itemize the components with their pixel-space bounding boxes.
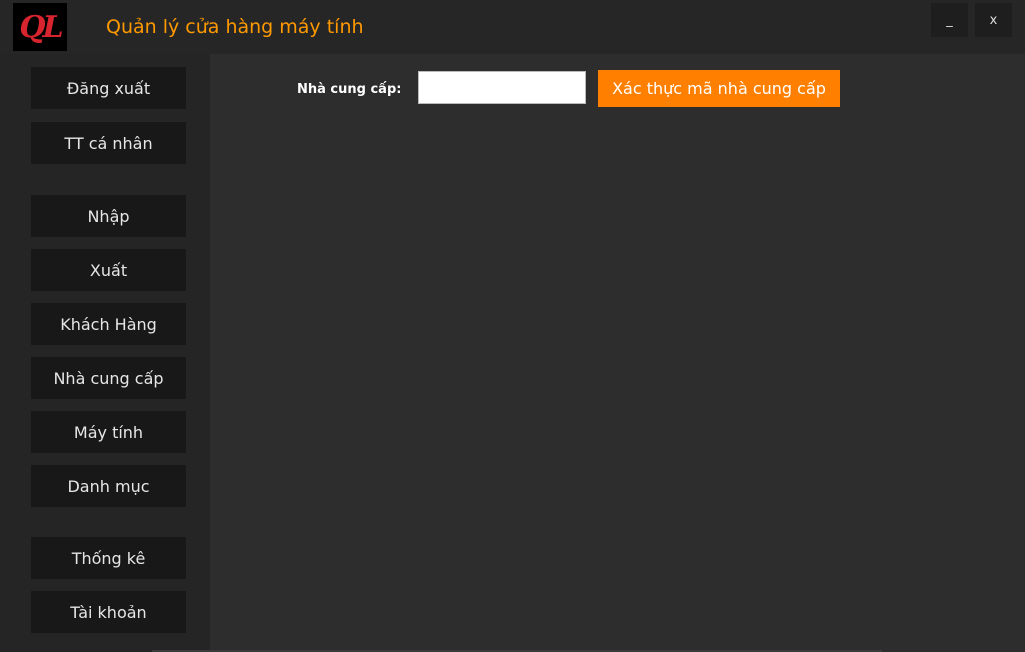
sidebar-item-computers[interactable]: Máy tính [31, 411, 186, 453]
sidebar-item-logout[interactable]: Đăng xuất [31, 67, 186, 109]
sidebar-item-import[interactable]: Nhập [31, 195, 186, 237]
sidebar-item-customers[interactable]: Khách Hàng [31, 303, 186, 345]
verify-supplier-button[interactable]: Xác thực mã nhà cung cấp [598, 70, 840, 107]
sidebar-item-accounts[interactable]: Tài khoản [31, 591, 186, 633]
app-logo: QL [13, 3, 67, 51]
sidebar-item-personal-info[interactable]: TT cá nhân [31, 122, 186, 164]
main-panel: Nhà cung cấp: Xác thực mã nhà cung cấp [210, 54, 1025, 652]
logo-text: QL [19, 9, 63, 45]
supplier-input[interactable] [418, 71, 586, 104]
supplier-label: Nhà cung cấp: [297, 82, 402, 97]
sidebar-item-categories[interactable]: Danh mục [31, 465, 186, 507]
title-bar: QL Quản lý cửa hàng máy tính _ x [0, 0, 1025, 54]
sidebar-item-suppliers[interactable]: Nhà cung cấp [31, 357, 186, 399]
minimize-button[interactable]: _ [931, 3, 968, 37]
sidebar-item-statistics[interactable]: Thống kê [31, 537, 186, 579]
sidebar-item-export[interactable]: Xuất [31, 249, 186, 291]
close-button[interactable]: x [975, 3, 1012, 37]
sidebar: Đăng xuất TT cá nhân Nhập Xuất Khách Hàn… [0, 54, 210, 652]
app-title: Quản lý cửa hàng máy tính [106, 16, 364, 38]
